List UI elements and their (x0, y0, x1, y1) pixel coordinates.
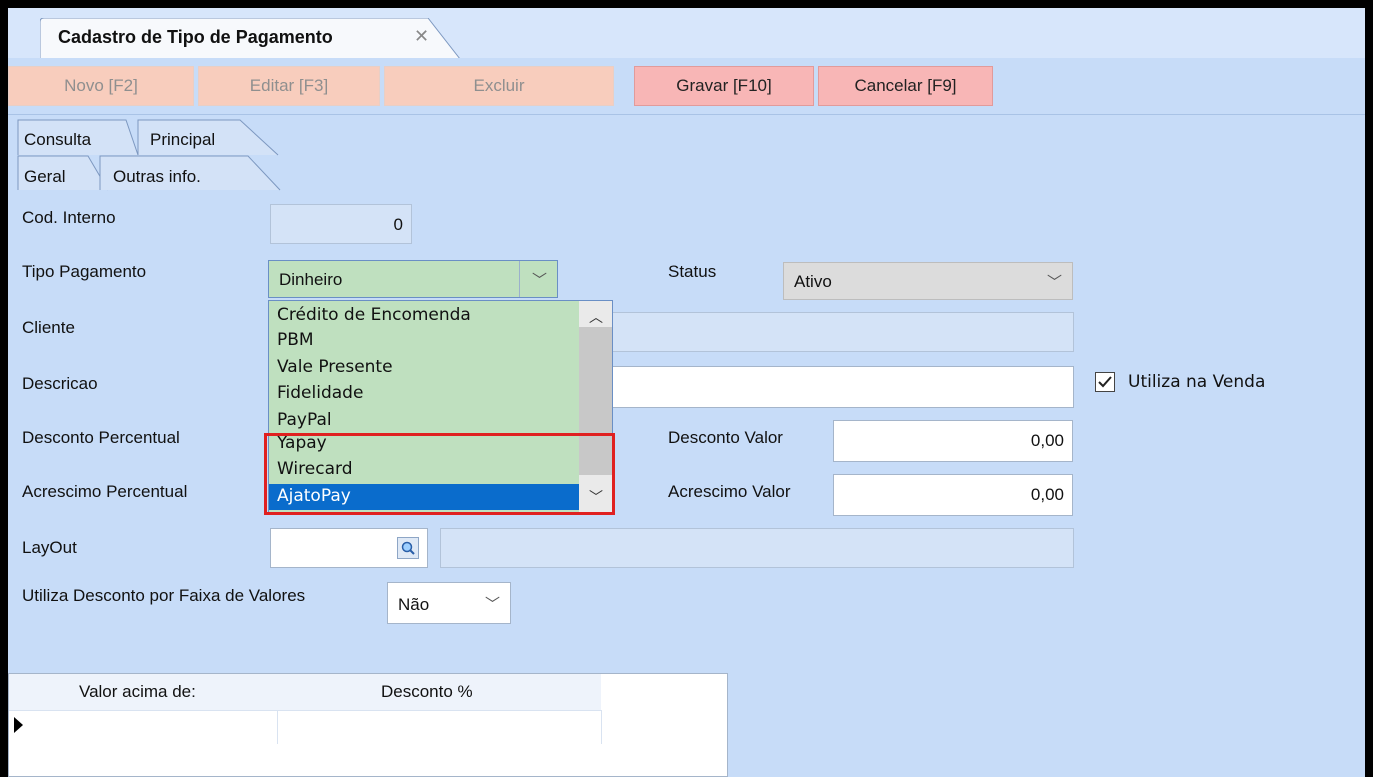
status-combo[interactable]: Ativo ﹀ (783, 262, 1073, 300)
layout-description-field (440, 528, 1074, 568)
search-icon[interactable] (397, 537, 419, 559)
grid-divider (277, 710, 278, 744)
faixa-valores-value: Não (398, 595, 430, 614)
delete-button[interactable]: Excluir (384, 66, 614, 106)
cod-interno-label: Cod. Interno (22, 208, 116, 227)
close-icon[interactable]: ✕ (414, 26, 429, 47)
document-tab-strip: Cadastro de Tipo de Pagamento ✕ (8, 8, 1365, 60)
status-value: Ativo (794, 272, 832, 291)
tipo-pagamento-value: Dinheiro (279, 270, 343, 289)
desconto-valor-value: 0,00 (1030, 431, 1064, 450)
cancel-button[interactable]: Cancelar [F9] (818, 66, 993, 106)
tipo-pagamento-label: Tipo Pagamento (22, 262, 147, 281)
utiliza-venda-label: Utiliza na Venda (1128, 372, 1266, 392)
chevron-down-icon[interactable]: ﹀ (1047, 271, 1062, 292)
grid-col-valor: Valor acima de: (79, 682, 196, 701)
acrescimo-valor-value: 0,00 (1030, 485, 1064, 504)
dropdown-item[interactable]: Fidelidade (269, 381, 579, 407)
desconto-valor-field[interactable]: 0,00 (833, 420, 1073, 462)
highlight-box (264, 433, 615, 515)
dropdown-item[interactable]: Vale Presente (269, 355, 579, 381)
save-button[interactable]: Gravar [F10] (634, 66, 814, 106)
status-label: Status (668, 262, 717, 281)
grid-header: Valor acima de: Desconto % (9, 674, 601, 711)
utiliza-venda-checkbox[interactable] (1095, 372, 1115, 392)
faixa-valores-grid[interactable]: Valor acima de: Desconto % (8, 673, 728, 777)
new-button[interactable]: Novo [F2] (8, 66, 194, 106)
tab-consulta[interactable]: Consulta (24, 130, 91, 150)
row-pointer-icon (14, 717, 23, 733)
tab-principal[interactable]: Principal (150, 130, 215, 150)
toolbar: Novo [F2] Editar [F3] Excluir Gravar [F1… (8, 58, 1365, 115)
tipo-pagamento-combo[interactable]: Dinheiro ﹀ (268, 260, 558, 298)
acrescimo-valor-label: Acrescimo Valor (668, 482, 791, 501)
dropdown-item[interactable]: PBM (269, 328, 579, 354)
cod-interno-field: 0 (270, 204, 412, 244)
check-icon (1098, 376, 1112, 388)
document-tab[interactable]: Cadastro de Tipo de Pagamento ✕ (40, 18, 462, 60)
chevron-down-icon[interactable]: ﹀ (485, 593, 500, 614)
descricao-label: Descricao (22, 374, 98, 393)
acrescimo-percentual-label: Acrescimo Percentual (22, 482, 188, 501)
combo-divider (519, 261, 520, 297)
descricao-field[interactable] (612, 366, 1074, 408)
grid-col-desconto: Desconto % (381, 682, 473, 701)
desconto-valor-label: Desconto Valor (668, 428, 783, 447)
layout-label: LayOut (22, 538, 77, 557)
desconto-percentual-label: Desconto Percentual (22, 428, 180, 447)
acrescimo-valor-field[interactable]: 0,00 (833, 474, 1073, 516)
magnifier-shape (401, 541, 415, 555)
layout-field[interactable] (270, 528, 428, 568)
faixa-valores-label: Utiliza Desconto por Faixa de Valores (22, 586, 306, 605)
tab-geral[interactable]: Geral (24, 167, 66, 187)
cliente-label: Cliente (22, 318, 75, 337)
cod-interno-value: 0 (393, 215, 403, 234)
dropdown-item[interactable]: Crédito de Encomenda (269, 303, 579, 329)
tab-outras-info[interactable]: Outras info. (113, 167, 201, 187)
document-tab-title: Cadastro de Tipo de Pagamento (58, 27, 333, 47)
chevron-down-icon[interactable]: ﹀ (532, 269, 547, 290)
faixa-valores-combo[interactable]: Não ﹀ (387, 582, 511, 624)
grid-divider (601, 710, 602, 744)
chevron-up-icon[interactable]: ︿ (589, 307, 603, 327)
edit-button[interactable]: Editar [F3] (198, 66, 380, 106)
cliente-field (612, 312, 1074, 352)
